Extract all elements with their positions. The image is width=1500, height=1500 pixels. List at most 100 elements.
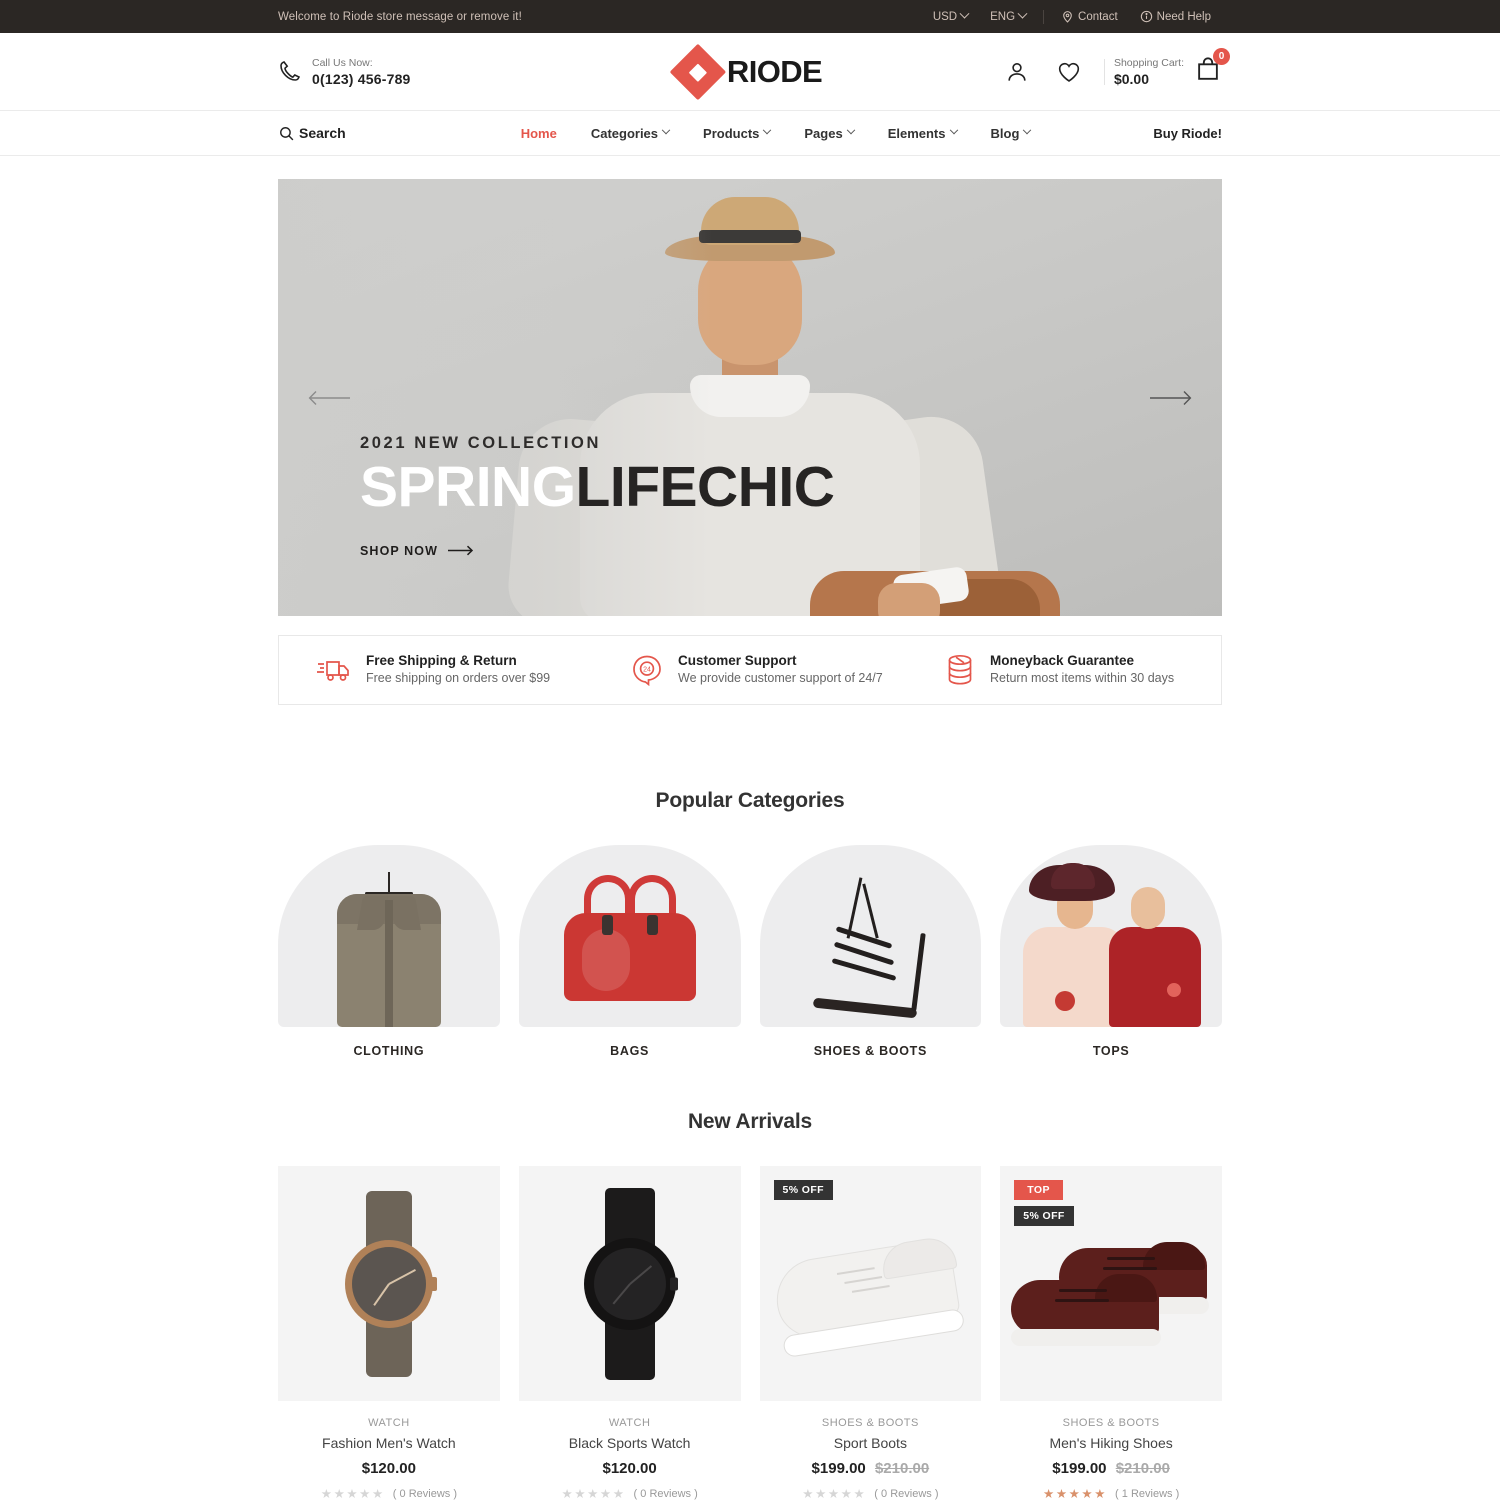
shop-now-button[interactable]: SHOP NOW [360, 544, 834, 558]
nav-item-categories[interactable]: Categories [574, 126, 686, 141]
nav-item-label: Categories [590, 125, 659, 141]
arrow-left-icon [308, 390, 350, 405]
hero-title-white: SPRING [360, 455, 576, 519]
category-label: TOPS [1092, 1044, 1130, 1058]
wishlist-button[interactable] [1043, 59, 1095, 85]
need-help-link[interactable]: Need Help [1129, 10, 1222, 23]
category-image [759, 845, 982, 1027]
product-rating: ★★★★★ ( 0 Reviews ) [519, 1486, 741, 1500]
product-badges: 5% OFF [773, 1180, 833, 1200]
nav-item-label: Home [520, 125, 557, 141]
star-rating-icon: ★★★★★ [320, 1487, 385, 1500]
slider-next-button[interactable] [1148, 375, 1194, 421]
new-arrivals-title: New Arrivals [687, 1110, 813, 1133]
service-subtitle: Free shipping on orders over $99 [366, 671, 551, 686]
phone-number: 0(123) 456-789 [312, 70, 411, 87]
nav-item-blog[interactable]: Blog [974, 126, 1048, 141]
nav-item-products[interactable]: Products [686, 126, 787, 141]
price-current: $120.00 [602, 1460, 657, 1477]
truck-icon [317, 661, 349, 681]
nav-item-label: Blog [990, 125, 1020, 141]
site-logo[interactable]: RIODE [669, 43, 823, 100]
category-card-clothing[interactable]: CLOTHING [278, 845, 500, 1058]
topbar-message: Welcome to Riode store message or remove… [278, 10, 522, 23]
hero-slider: 2021 NEW COLLECTION SPRINGLIFECHIC SHOP … [278, 179, 1222, 616]
review-count: ( 1 Reviews ) [1115, 1487, 1180, 1500]
account-button[interactable] [991, 59, 1043, 85]
language-selector[interactable]: ENG [979, 8, 1037, 23]
category-image [278, 845, 500, 1027]
price-current: $199.00 [811, 1460, 866, 1477]
hero-kicker: 2021 NEW COLLECTION [360, 434, 602, 452]
service-section: Free Shipping & Return Free shipping on … [0, 616, 1500, 705]
product-price: $199.00 $210.00 [1000, 1460, 1222, 1477]
nav-item-home[interactable]: Home [504, 126, 574, 141]
call-us-block[interactable]: Call Us Now: 0(123) 456-789 [278, 56, 411, 87]
product-price: $199.00 $210.00 [760, 1460, 982, 1477]
category-label: CLOTHING [353, 1044, 425, 1058]
category-image [1000, 845, 1222, 1027]
product-image [518, 1166, 741, 1401]
search-button[interactable]: Search [278, 125, 346, 142]
divider [1043, 9, 1045, 24]
nav-item-pages[interactable]: Pages [787, 126, 870, 141]
chevron-down-icon [1017, 8, 1028, 19]
product-name: Fashion Men's Watch [322, 1435, 456, 1451]
watch-brown-art [341, 1190, 437, 1377]
topbar-right-group: USD ENG Contact Need Help [922, 8, 1222, 24]
product-image [278, 1166, 500, 1401]
product-price: $120.00 [519, 1460, 741, 1477]
product-image: 5% OFF [759, 1166, 982, 1401]
svg-text:24: 24 [643, 667, 651, 674]
diamond-logo-icon [669, 43, 727, 100]
product-rating: ★★★★★ ( 1 Reviews ) [1000, 1486, 1222, 1500]
top-badge: TOP [1014, 1180, 1063, 1200]
service-title: Free Shipping & Return [366, 653, 517, 669]
price-old: $210.00 [874, 1460, 930, 1477]
product-card[interactable]: WATCH Fashion Men's Watch $120.00 ★★★★★ … [278, 1166, 500, 1500]
nav-item-elements[interactable]: Elements [871, 126, 974, 141]
chevron-down-icon [949, 125, 958, 135]
chevron-down-icon [763, 125, 772, 135]
product-name: Black Sports Watch [568, 1435, 691, 1451]
location-pin-icon [1063, 11, 1072, 23]
product-card[interactable]: WATCH Black Sports Watch $120.00 ★★★★★ (… [518, 1166, 741, 1500]
service-bar: Free Shipping & Return Free shipping on … [278, 635, 1222, 705]
nav-item-label: Elements [887, 125, 946, 141]
star-rating-icon: ★★★★★ [802, 1487, 867, 1500]
arrow-right-icon [448, 546, 474, 556]
product-rating: ★★★★★ ( 0 Reviews ) [760, 1486, 982, 1500]
service-item-shipping: Free Shipping & Return Free shipping on … [279, 652, 593, 688]
support-24-icon: 24 [633, 655, 661, 686]
product-category: WATCH [608, 1417, 651, 1429]
contact-link[interactable]: Contact [1050, 10, 1129, 23]
product-card[interactable]: TOP 5% OFF SHOES & BOOTS Men's Hiking Sh… [1000, 1166, 1222, 1500]
product-rating: ★★★★★ ( 0 Reviews ) [278, 1486, 500, 1500]
new-arrivals-section: New Arrivals WATCH Fashion Men's Watch $… [0, 1058, 1500, 1500]
category-grid: CLOTHING BAGS SHOES & BOOTS TOPS [0, 813, 1500, 1058]
nav-item-label: Pages [804, 125, 843, 141]
service-subtitle: Return most items within 30 days [990, 671, 1175, 686]
review-count: ( 0 Reviews ) [874, 1487, 939, 1500]
category-card-tops[interactable]: TOPS [1000, 845, 1222, 1058]
cart-button[interactable]: Shopping Cart: $0.00 0 [1114, 48, 1230, 88]
category-card-bags[interactable]: BAGS [518, 845, 741, 1058]
women-models-art [1011, 861, 1211, 1027]
product-card[interactable]: 5% OFF SHOES & BOOTS Sport Boots $199.00… [759, 1166, 982, 1500]
user-icon [1008, 62, 1026, 81]
coat-art [333, 872, 445, 1027]
hero-section: 2021 NEW COLLECTION SPRINGLIFECHIC SHOP … [0, 156, 1500, 616]
service-subtitle: We provide customer support of 24/7 [678, 671, 883, 686]
phone-icon [280, 61, 301, 82]
need-help-label: Need Help [1156, 10, 1211, 23]
category-card-shoes[interactable]: SHOES & BOOTS [759, 845, 982, 1058]
top-bar: Welcome to Riode store message or remove… [0, 0, 1500, 33]
price-current: $199.00 [1052, 1460, 1107, 1477]
slider-prev-button[interactable] [306, 375, 352, 421]
coins-icon [948, 654, 972, 685]
service-item-moneyback: Moneyback Guarantee Return most items wi… [907, 652, 1221, 688]
buy-riode-link[interactable]: Buy Riode! [1153, 126, 1222, 141]
category-label: SHOES & BOOTS [813, 1044, 928, 1058]
product-category: WATCH [368, 1417, 410, 1429]
currency-selector[interactable]: USD [922, 8, 979, 23]
